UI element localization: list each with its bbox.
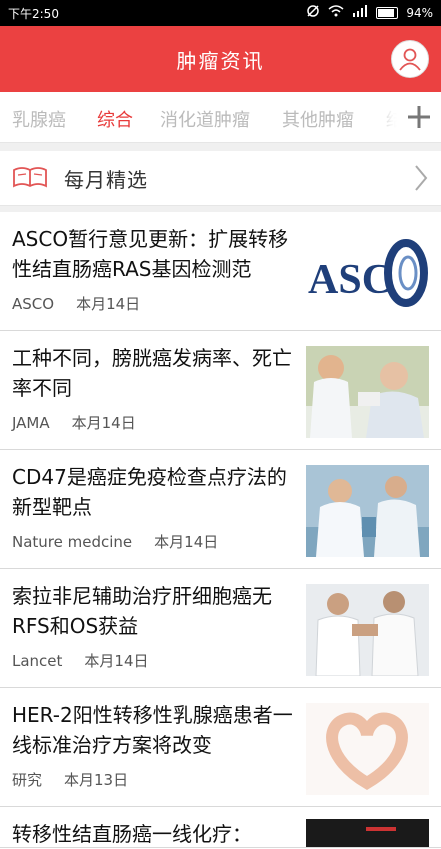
news-title: CD47是癌症免疫检查点疗法的新型靶点 bbox=[12, 465, 287, 519]
svg-text:ASC: ASC bbox=[308, 257, 392, 303]
lab-scientists-photo bbox=[306, 465, 429, 557]
divider bbox=[0, 143, 441, 151]
news-title: 工种不同，膀胱癌发病率、死亡率不同 bbox=[12, 346, 292, 400]
chevron-right-icon bbox=[413, 163, 429, 197]
news-meta: 研究 本月13日 bbox=[12, 769, 128, 790]
battery-icon bbox=[376, 6, 399, 19]
wifi-icon bbox=[328, 5, 344, 20]
signal-icon bbox=[352, 5, 368, 20]
news-date: 本月14日 bbox=[84, 652, 149, 670]
news-item[interactable]: CD47是癌症免疫检查点疗法的新型靶点 Nature medcine 本月14日 bbox=[0, 450, 441, 569]
news-item[interactable]: 工种不同，膀胱癌发病率、死亡率不同 JAMA 本月14日 bbox=[0, 331, 441, 450]
news-date: 本月14日 bbox=[71, 414, 136, 432]
news-date: 本月13日 bbox=[64, 771, 129, 789]
news-source: 研究 bbox=[12, 771, 43, 789]
tab-general[interactable]: 综合 bbox=[97, 106, 133, 132]
news-meta: JAMA 本月14日 bbox=[12, 412, 136, 433]
news-source: ASCO bbox=[12, 295, 55, 313]
news-title: ASCO暂行意见更新：扩展转移性结直肠癌RAS基因检测范 bbox=[12, 227, 289, 281]
news-meta: ASCO 本月14日 bbox=[12, 293, 140, 314]
page-title: 肿瘤资讯 bbox=[176, 49, 265, 73]
news-meta: Nature medcine 本月14日 bbox=[12, 531, 218, 552]
news-title: HER-2阳性转移性乳腺癌患者一线标准治疗方案将改变 bbox=[12, 703, 293, 757]
user-icon[interactable] bbox=[391, 40, 429, 78]
news-source: JAMA bbox=[12, 414, 50, 432]
category-tabs: 乳腺癌 综合 消化道肿瘤 其他肿瘤 结 bbox=[0, 92, 441, 143]
news-title: 索拉非尼辅助治疗肝细胞癌无RFS和OS获益 bbox=[12, 584, 272, 638]
news-list: ASCO暂行意见更新：扩展转移性结直肠癌RAS基因检测范 ASCO 本月14日 A… bbox=[0, 212, 441, 848]
tab-digestive-tumor[interactable]: 消化道肿瘤 bbox=[160, 106, 250, 132]
status-time: 下午2:50 bbox=[8, 7, 59, 21]
app-header: 肿瘤资讯 bbox=[0, 26, 441, 92]
add-tab-icon[interactable] bbox=[397, 92, 441, 142]
tab-other-tumor[interactable]: 其他肿瘤 bbox=[282, 106, 354, 132]
monthly-picks-row[interactable]: 每月精选 bbox=[0, 151, 441, 206]
news-date: 本月14日 bbox=[76, 295, 141, 313]
asco-logo-thumbnail: ASC bbox=[306, 227, 429, 319]
doctors-discussion-photo bbox=[306, 584, 429, 676]
news-item[interactable]: HER-2阳性转移性乳腺癌患者一线标准治疗方案将改变 研究 本月13日 bbox=[0, 688, 441, 807]
news-source: Lancet bbox=[12, 652, 63, 670]
battery-level: 94% bbox=[406, 5, 433, 20]
news-title: 转移性结直肠癌一线化疗： bbox=[12, 822, 252, 846]
monthly-picks-label: 每月精选 bbox=[64, 168, 148, 192]
heart-hands-photo bbox=[306, 703, 429, 795]
news-date: 本月14日 bbox=[154, 533, 219, 551]
mute-icon bbox=[306, 4, 320, 21]
status-bar: 下午2:50 94% bbox=[0, 0, 441, 26]
news-meta: Lancet 本月14日 bbox=[12, 650, 149, 671]
tab-breast-cancer[interactable]: 乳腺癌 bbox=[12, 106, 66, 132]
news-item[interactable]: 转移性结直肠癌一线化疗： bbox=[0, 807, 441, 848]
news-item[interactable]: ASCO暂行意见更新：扩展转移性结直肠癌RAS基因检测范 ASCO 本月14日 A… bbox=[0, 212, 441, 331]
dark-image-thumbnail bbox=[306, 819, 429, 847]
book-icon bbox=[12, 166, 48, 194]
status-icons: 94% bbox=[306, 4, 433, 21]
news-source: Nature medcine bbox=[12, 533, 133, 551]
doctor-patient-photo bbox=[306, 346, 429, 438]
news-item[interactable]: 索拉非尼辅助治疗肝细胞癌无RFS和OS获益 Lancet 本月14日 bbox=[0, 569, 441, 688]
